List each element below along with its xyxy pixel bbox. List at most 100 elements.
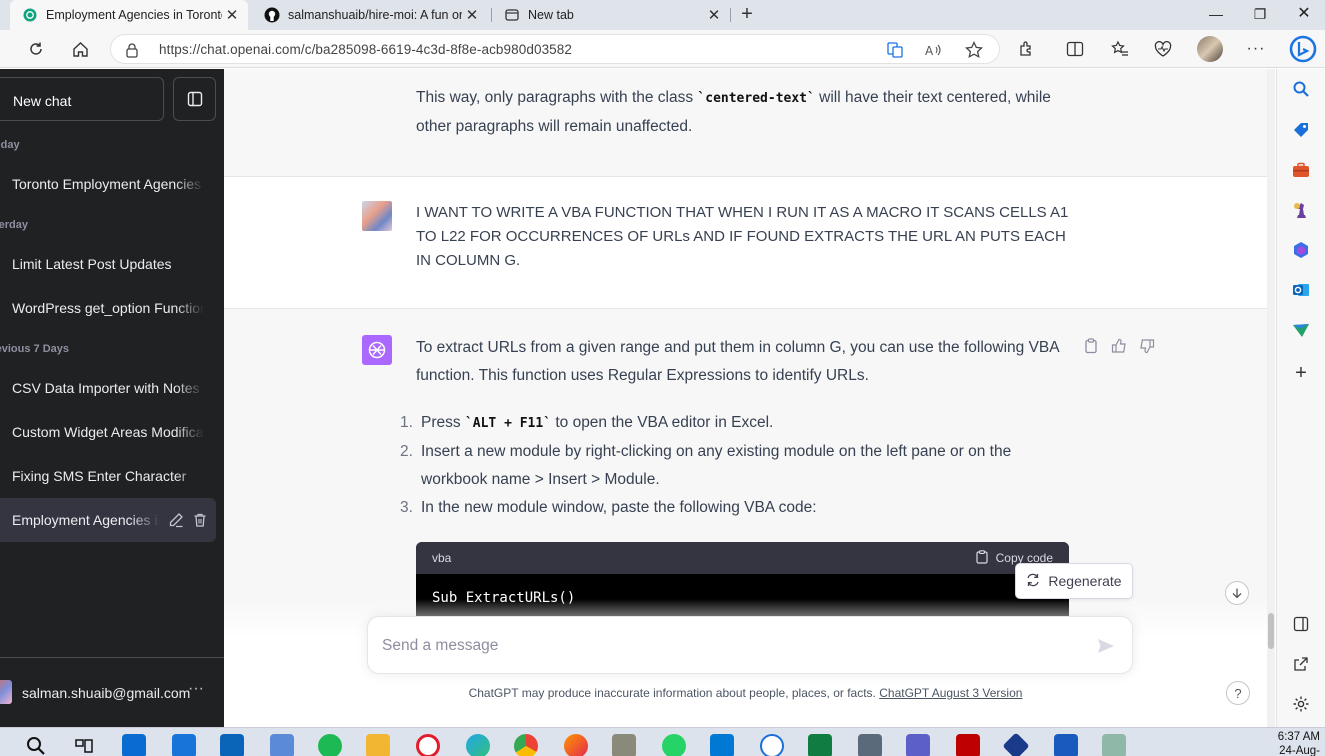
- app-icon[interactable]: [1002, 732, 1030, 756]
- translate-icon[interactable]: [884, 39, 906, 61]
- split-screen-icon[interactable]: [1062, 36, 1088, 62]
- page-scrollbar[interactable]: [1267, 69, 1275, 727]
- message-input[interactable]: [382, 635, 1072, 657]
- games-chess-icon[interactable]: [1291, 200, 1311, 220]
- teams-icon[interactable]: [906, 734, 930, 756]
- search-icon[interactable]: [1291, 79, 1311, 99]
- system-clock[interactable]: 6:37 AM 24-Aug-23: [1268, 730, 1320, 756]
- sidebar-chat-item[interactable]: CSV Data Importer with Notes: [12, 380, 204, 396]
- list-item: 2. Insert a new module by right-clicking …: [400, 443, 1012, 488]
- version-link[interactable]: ChatGPT August 3 Version: [879, 686, 1022, 700]
- taskbar-app-icon[interactable]: [122, 734, 146, 756]
- firefox-icon[interactable]: [564, 734, 588, 756]
- tab-github[interactable]: salmanshuaib/hire-moi: A fun org ✕: [252, 0, 488, 30]
- shopping-tag-icon[interactable]: [1291, 120, 1311, 140]
- sidebar-chat-item-active[interactable]: Employment Agencies in Toronto: [0, 498, 216, 542]
- copy-clipboard-icon[interactable]: [1082, 337, 1100, 355]
- vscode-icon[interactable]: [710, 734, 734, 756]
- extensions-icon[interactable]: [1014, 36, 1040, 62]
- home-icon[interactable]: [67, 36, 93, 62]
- microsoft-365-icon[interactable]: [1291, 240, 1311, 260]
- profile-avatar[interactable]: [1197, 36, 1223, 62]
- favorites-icon[interactable]: [1107, 36, 1133, 62]
- excel-icon[interactable]: [808, 734, 832, 756]
- taskbar-search-icon[interactable]: [24, 734, 48, 756]
- settings-more-icon[interactable]: ···: [1243, 36, 1269, 62]
- browser-toolbar: https://chat.openai.com/c/ba285098-6619-…: [0, 30, 1325, 68]
- chat-main: This way, only paragraphs with the class…: [224, 69, 1267, 727]
- opera-icon[interactable]: [416, 734, 440, 756]
- code-language: vba: [432, 551, 452, 565]
- filezilla-icon[interactable]: [956, 734, 980, 756]
- new-tab-button[interactable]: +: [736, 3, 758, 25]
- tab-close-icon[interactable]: ✕: [704, 6, 724, 24]
- file-explorer-icon[interactable]: [366, 734, 390, 756]
- app-icon[interactable]: [612, 734, 636, 756]
- sidebar-toggle-icon[interactable]: [173, 77, 216, 121]
- outlook-icon[interactable]: [1291, 280, 1311, 300]
- address-bar[interactable]: https://chat.openai.com/c/ba285098-6619-…: [110, 34, 1000, 64]
- github-favicon-icon: [264, 7, 280, 23]
- newtab-favicon-icon: [504, 7, 520, 23]
- sidebar-chat-label: Employment Agencies in Toronto: [12, 512, 160, 528]
- delete-trash-icon[interactable]: [190, 510, 210, 530]
- word-icon[interactable]: [1054, 734, 1078, 756]
- edit-pencil-icon[interactable]: [166, 510, 186, 530]
- chrome-icon[interactable]: [514, 734, 538, 756]
- browser-essentials-icon[interactable]: [1150, 36, 1176, 62]
- chatgpt-logo-icon: [362, 335, 392, 365]
- sidebar-chat-item[interactable]: WordPress get_option Function: [12, 300, 204, 316]
- drop-send-icon[interactable]: [1291, 320, 1311, 340]
- edge-browser-icon[interactable]: [466, 734, 490, 756]
- app-icon[interactable]: [1102, 734, 1126, 756]
- message-composer[interactable]: [367, 616, 1133, 674]
- whatsapp-icon[interactable]: [662, 734, 686, 756]
- minimize-button[interactable]: —: [1194, 0, 1238, 30]
- regenerate-icon: [1026, 573, 1040, 590]
- window-close-button[interactable]: ✕: [1282, 0, 1325, 30]
- mail-icon[interactable]: [172, 734, 196, 756]
- calculator-icon[interactable]: [858, 734, 882, 756]
- tab-title: New tab: [528, 8, 574, 22]
- scrollbar-thumb[interactable]: [1268, 613, 1274, 649]
- chat-sidebar: New chat Today Toronto Employment Agenci…: [0, 69, 224, 727]
- bing-copilot-icon[interactable]: [1288, 34, 1318, 64]
- chatgpt-favicon-icon: [22, 7, 38, 23]
- task-view-icon[interactable]: [72, 734, 96, 756]
- read-aloud-icon[interactable]: A: [923, 39, 945, 61]
- user-menu[interactable]: salman.shuaib@gmail.com ···: [0, 657, 224, 727]
- lock-icon[interactable]: [125, 42, 139, 63]
- sidebar-chat-item[interactable]: Custom Widget Areas Modification: [12, 424, 204, 440]
- refresh-icon[interactable]: [23, 36, 49, 62]
- sidebar-chat-item[interactable]: Limit Latest Post Updates: [12, 256, 204, 272]
- url-text[interactable]: https://chat.openai.com/c/ba285098-6619-…: [159, 42, 572, 57]
- sidebar-chat-item[interactable]: Toronto Employment Agencies: [12, 176, 204, 192]
- tab-close-icon[interactable]: ✕: [462, 6, 482, 24]
- restore-button[interactable]: ❐: [1238, 0, 1282, 30]
- tab-chatgpt[interactable]: Employment Agencies in Toronto ✕: [10, 0, 248, 30]
- todo-icon[interactable]: [270, 734, 294, 756]
- thumbs-down-icon[interactable]: [1138, 337, 1156, 355]
- favorite-star-icon[interactable]: [963, 39, 985, 61]
- regenerate-button[interactable]: Regenerate: [1015, 563, 1133, 599]
- app-icon[interactable]: [760, 734, 784, 756]
- thumbs-up-icon[interactable]: [1110, 337, 1128, 355]
- browser-tab-strip: Employment Agencies in Toronto ✕ salmans…: [0, 0, 1325, 30]
- scroll-down-arrow-icon[interactable]: [1225, 581, 1249, 605]
- add-sidebar-app-icon[interactable]: +: [1291, 362, 1311, 384]
- spotify-icon[interactable]: [318, 734, 342, 756]
- tab-new-tab[interactable]: New tab ✕: [492, 0, 730, 30]
- help-button[interactable]: ?: [1226, 681, 1250, 705]
- outlook-taskbar-icon[interactable]: [220, 734, 244, 756]
- external-link-icon[interactable]: [1291, 654, 1311, 674]
- user-more-icon[interactable]: ···: [188, 680, 204, 698]
- list-item: 3. In the new module window, paste the fo…: [400, 499, 817, 516]
- user-message: I WANT TO WRITE A VBA FUNCTION THAT WHEN…: [224, 177, 1267, 309]
- send-icon[interactable]: [1094, 634, 1118, 658]
- hide-sidebar-icon[interactable]: [1291, 614, 1311, 634]
- tools-briefcase-icon[interactable]: [1291, 160, 1311, 180]
- sidebar-chat-item[interactable]: Fixing SMS Enter Character: [12, 468, 204, 484]
- sidebar-settings-gear-icon[interactable]: [1291, 694, 1311, 714]
- tab-close-icon[interactable]: ✕: [222, 6, 242, 24]
- new-chat-button[interactable]: New chat: [0, 77, 164, 121]
